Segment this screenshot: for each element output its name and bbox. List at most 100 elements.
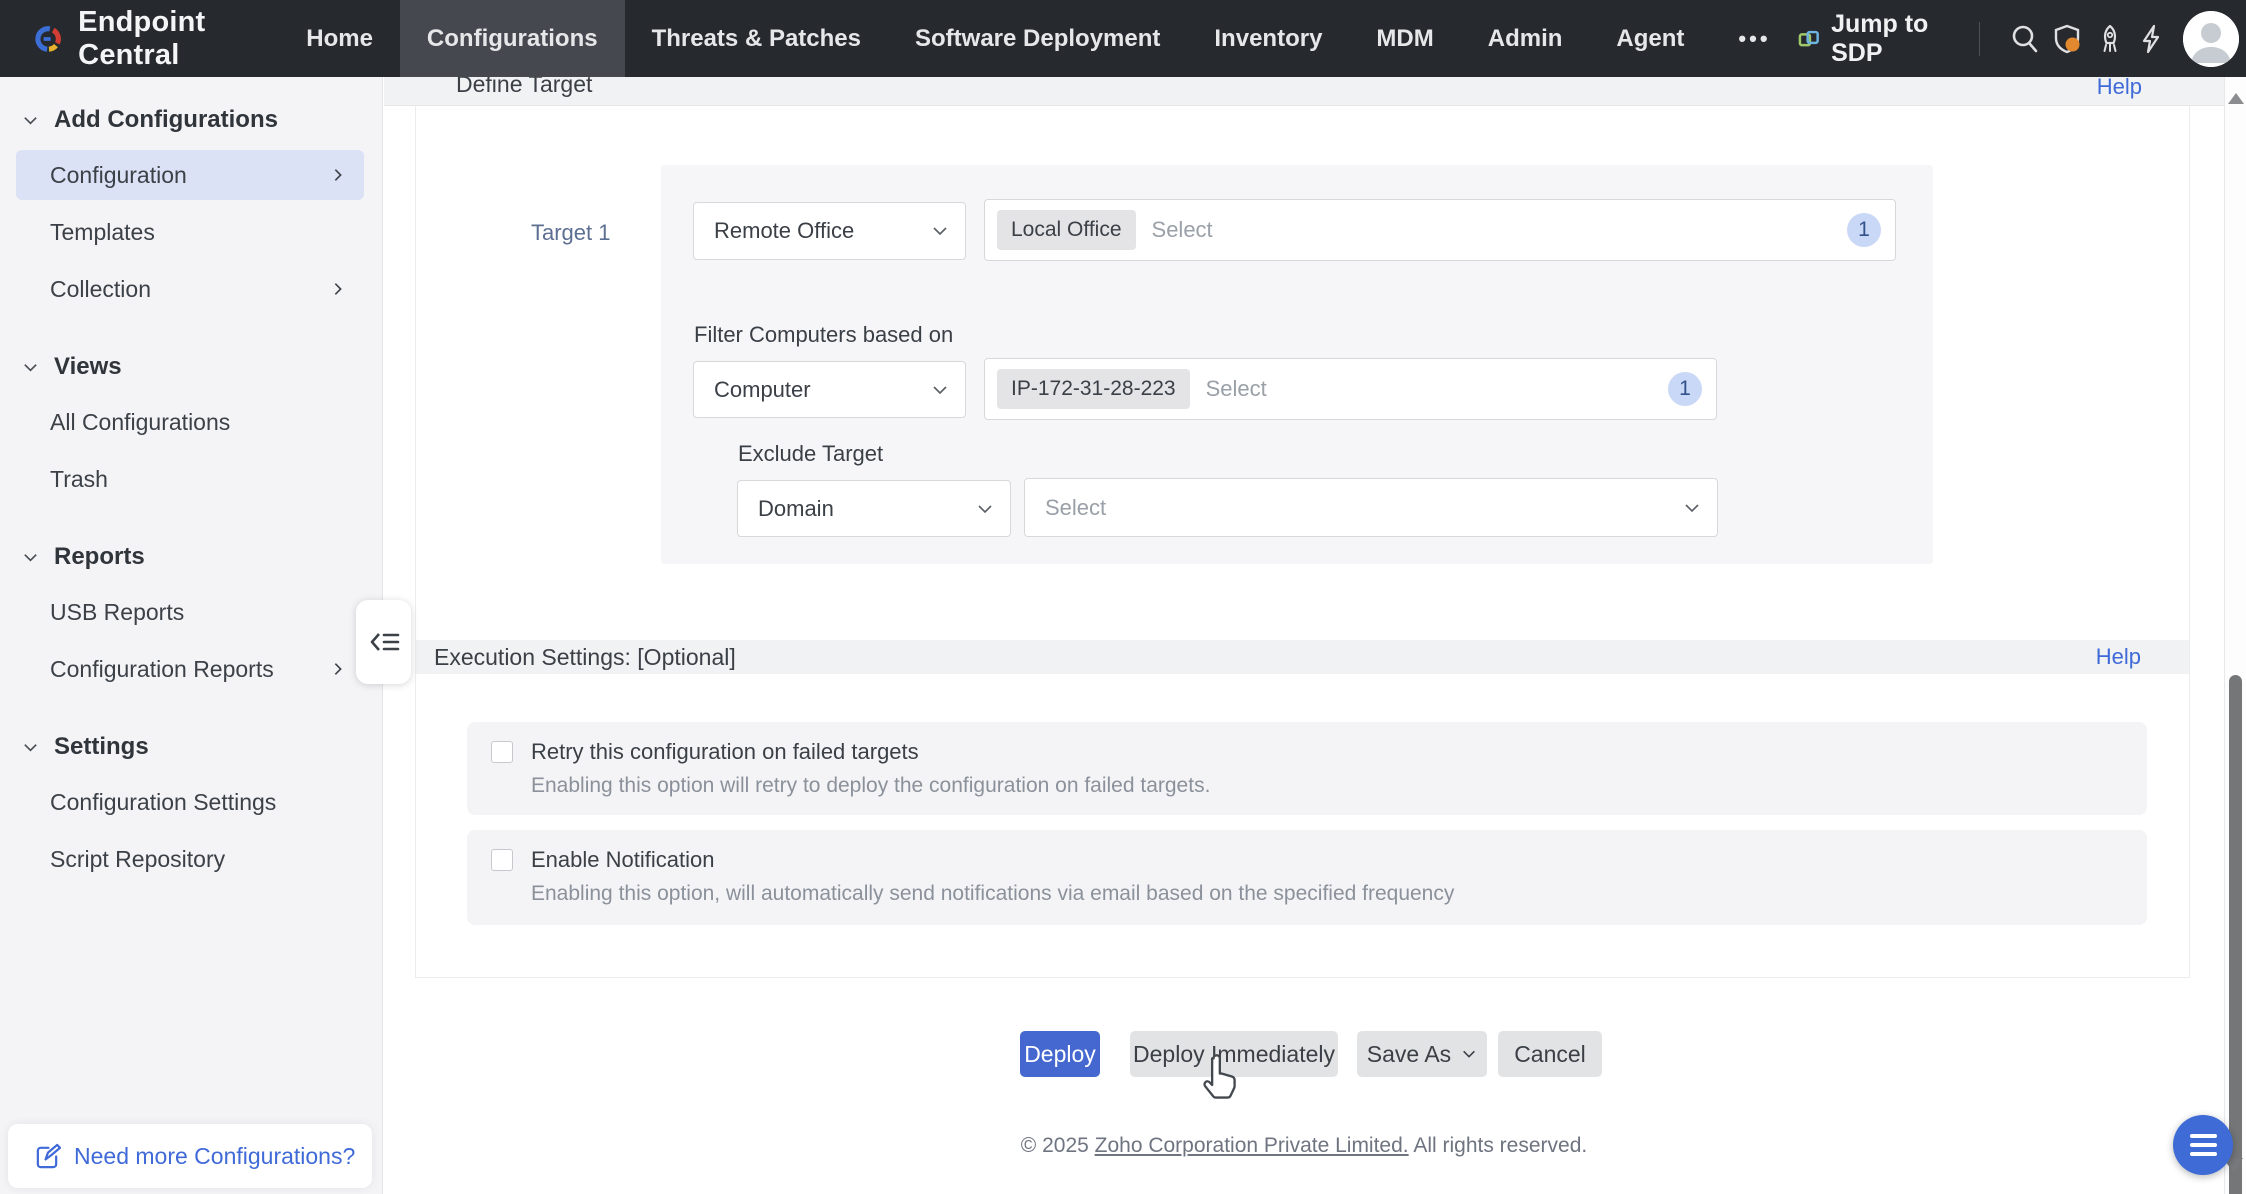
chevron-right-icon	[330, 281, 346, 297]
deploy-button[interactable]: Deploy	[1020, 1031, 1100, 1077]
nav-item-threats-patches[interactable]: Threats & Patches	[625, 0, 888, 77]
nav-item-configurations[interactable]: Configurations	[400, 0, 625, 77]
sidebar-item-label: USB Reports	[50, 599, 184, 626]
chevron-right-icon	[330, 167, 346, 183]
copyright-suffix: All rights reserved.	[1409, 1134, 1588, 1157]
sidebar-collapse-toggle[interactable]	[356, 600, 411, 684]
filter-chip-computer[interactable]: IP-172-31-28-223	[997, 369, 1190, 409]
target-value-input[interactable]: Local Office Select 1	[984, 199, 1896, 261]
scrollbar-thumb[interactable]	[2229, 675, 2242, 1194]
sidebar-section-reports: Reports USB Reports Configuration Report…	[0, 534, 382, 694]
sidebar-item-usb-reports[interactable]: USB Reports	[16, 587, 364, 637]
user-avatar[interactable]	[2183, 11, 2239, 67]
sidebar-item-configuration-settings[interactable]: Configuration Settings	[16, 777, 364, 827]
cancel-button[interactable]: Cancel	[1498, 1031, 1602, 1077]
nav-item-software-deployment[interactable]: Software Deployment	[888, 0, 1187, 77]
sidebar-title-label: Settings	[54, 733, 149, 761]
target-count-badge[interactable]: 1	[1847, 213, 1881, 247]
sidebar-item-collection[interactable]: Collection	[16, 264, 364, 314]
sidebar-section-settings: Settings Configuration Settings Script R…	[0, 724, 382, 884]
sidebar-item-label: Collection	[50, 276, 151, 303]
sidebar-title-settings[interactable]: Settings	[0, 724, 382, 770]
exclude-value-placeholder: Select	[1045, 495, 1106, 521]
retry-option-description: Enabling this option will retry to deplo…	[531, 774, 2147, 798]
jump-to-sdp-button[interactable]: Jump to SDP	[1798, 10, 1951, 68]
chevron-down-icon	[976, 500, 994, 518]
sidebar-title-add-configurations[interactable]: Add Configurations	[0, 97, 382, 143]
sidebar-item-all-configurations[interactable]: All Configurations	[16, 397, 364, 447]
filter-type-select[interactable]: Computer	[693, 361, 966, 418]
sidebar-item-configuration[interactable]: Configuration	[16, 150, 364, 200]
sidebar-item-configuration-reports[interactable]: Configuration Reports	[16, 644, 364, 694]
sidebar-section-views: Views All Configurations Trash	[0, 344, 382, 504]
notification-option-label: Enable Notification	[531, 847, 714, 873]
exclude-type-select[interactable]: Domain	[737, 480, 1011, 537]
chevron-down-icon	[1461, 1046, 1477, 1062]
sidebar-title-reports[interactable]: Reports	[0, 534, 382, 580]
endpoint-central-app: Endpoint Central Home Configurations Thr…	[0, 0, 2246, 1194]
filter-count-badge[interactable]: 1	[1668, 372, 1702, 406]
filter-type-value: Computer	[714, 377, 811, 403]
configuration-panel: Target 1 Remote Office Local Office Sele…	[415, 106, 2190, 978]
chevron-down-icon	[931, 222, 949, 240]
rocket-icon[interactable]	[2088, 12, 2130, 66]
search-icon[interactable]	[2004, 12, 2046, 66]
sidebar-title-label: Reports	[54, 543, 145, 571]
sidebar-item-label: Configuration Reports	[50, 656, 274, 683]
need-more-configurations-link[interactable]: Need more Configurations?	[34, 1143, 355, 1170]
sidebar-title-label: Add Configurations	[54, 106, 278, 134]
exclude-type-value: Domain	[758, 496, 834, 522]
sidebar-item-trash[interactable]: Trash	[16, 454, 364, 504]
filter-select-placeholder: Select	[1206, 376, 1267, 402]
scrollbar-up-arrow-icon[interactable]	[2228, 93, 2244, 104]
sidebar-item-label: Configuration Settings	[50, 789, 276, 816]
target1-label: Target 1	[531, 220, 611, 246]
sidebar-item-label: Script Repository	[50, 846, 225, 873]
main-content: Define Target Help Target 1 Remote Offic…	[384, 77, 2224, 1194]
nav-item-admin[interactable]: Admin	[1461, 0, 1590, 77]
nav-item-agent[interactable]: Agent	[1589, 0, 1711, 77]
zoho-corporation-link[interactable]: Zoho Corporation Private Limited.	[1095, 1134, 1409, 1157]
edit-compose-icon	[34, 1143, 61, 1170]
copyright-prefix: © 2025	[1021, 1134, 1095, 1157]
nav-item-inventory[interactable]: Inventory	[1187, 0, 1349, 77]
need-more-label: Need more Configurations?	[74, 1143, 355, 1170]
define-target-header: Define Target Help	[384, 77, 2224, 106]
nav-item-more[interactable]: •••	[1711, 0, 1797, 77]
endpoint-central-logo-icon	[34, 16, 62, 62]
floating-menu-button[interactable]	[2173, 1115, 2233, 1175]
retry-option-label: Retry this configuration on failed targe…	[531, 739, 919, 765]
define-target-help-link[interactable]: Help	[2097, 77, 2142, 100]
sidebar-footer-card: Need more Configurations?	[8, 1124, 372, 1188]
chevron-down-icon	[22, 739, 39, 756]
nav-item-home[interactable]: Home	[279, 0, 400, 77]
filter-value-input[interactable]: IP-172-31-28-223 Select 1	[984, 358, 1717, 420]
quick-actions-bolt-icon[interactable]	[2131, 12, 2173, 66]
target-chip-local-office[interactable]: Local Office	[997, 210, 1136, 250]
top-navbar: Endpoint Central Home Configurations Thr…	[0, 0, 2246, 77]
save-as-button[interactable]: Save As	[1357, 1031, 1487, 1077]
exclude-value-select[interactable]: Select	[1024, 478, 1718, 537]
deploy-immediately-button[interactable]: Deploy Immediately	[1130, 1031, 1338, 1077]
vertical-scrollbar[interactable]	[2224, 77, 2246, 1194]
sidebar-item-templates[interactable]: Templates	[16, 207, 364, 257]
retry-checkbox[interactable]	[491, 741, 513, 763]
brand-name: Endpoint Central	[78, 6, 223, 72]
sidebar-item-label: Trash	[50, 466, 108, 493]
target-type-select[interactable]: Remote Office	[693, 202, 966, 260]
sidebar-title-label: Views	[54, 353, 122, 381]
sidebar-title-views[interactable]: Views	[0, 344, 382, 390]
sidebar-section-add-configurations: Add Configurations Configuration Templat…	[0, 97, 382, 314]
execution-settings-help-link[interactable]: Help	[2096, 644, 2141, 670]
left-sidebar: Add Configurations Configuration Templat…	[0, 77, 383, 1194]
nav-item-mdm[interactable]: MDM	[1349, 0, 1460, 77]
chevron-down-icon	[22, 112, 39, 129]
chevron-down-icon	[22, 359, 39, 376]
sidebar-item-label: All Configurations	[50, 409, 230, 436]
security-shield-icon[interactable]	[2046, 12, 2088, 66]
chevron-down-icon	[22, 549, 39, 566]
enable-notification-checkbox[interactable]	[491, 849, 513, 871]
execution-settings-title: Execution Settings: [Optional]	[434, 644, 736, 671]
sidebar-item-script-repository[interactable]: Script Repository	[16, 834, 364, 884]
exclude-target-label: Exclude Target	[738, 441, 883, 467]
